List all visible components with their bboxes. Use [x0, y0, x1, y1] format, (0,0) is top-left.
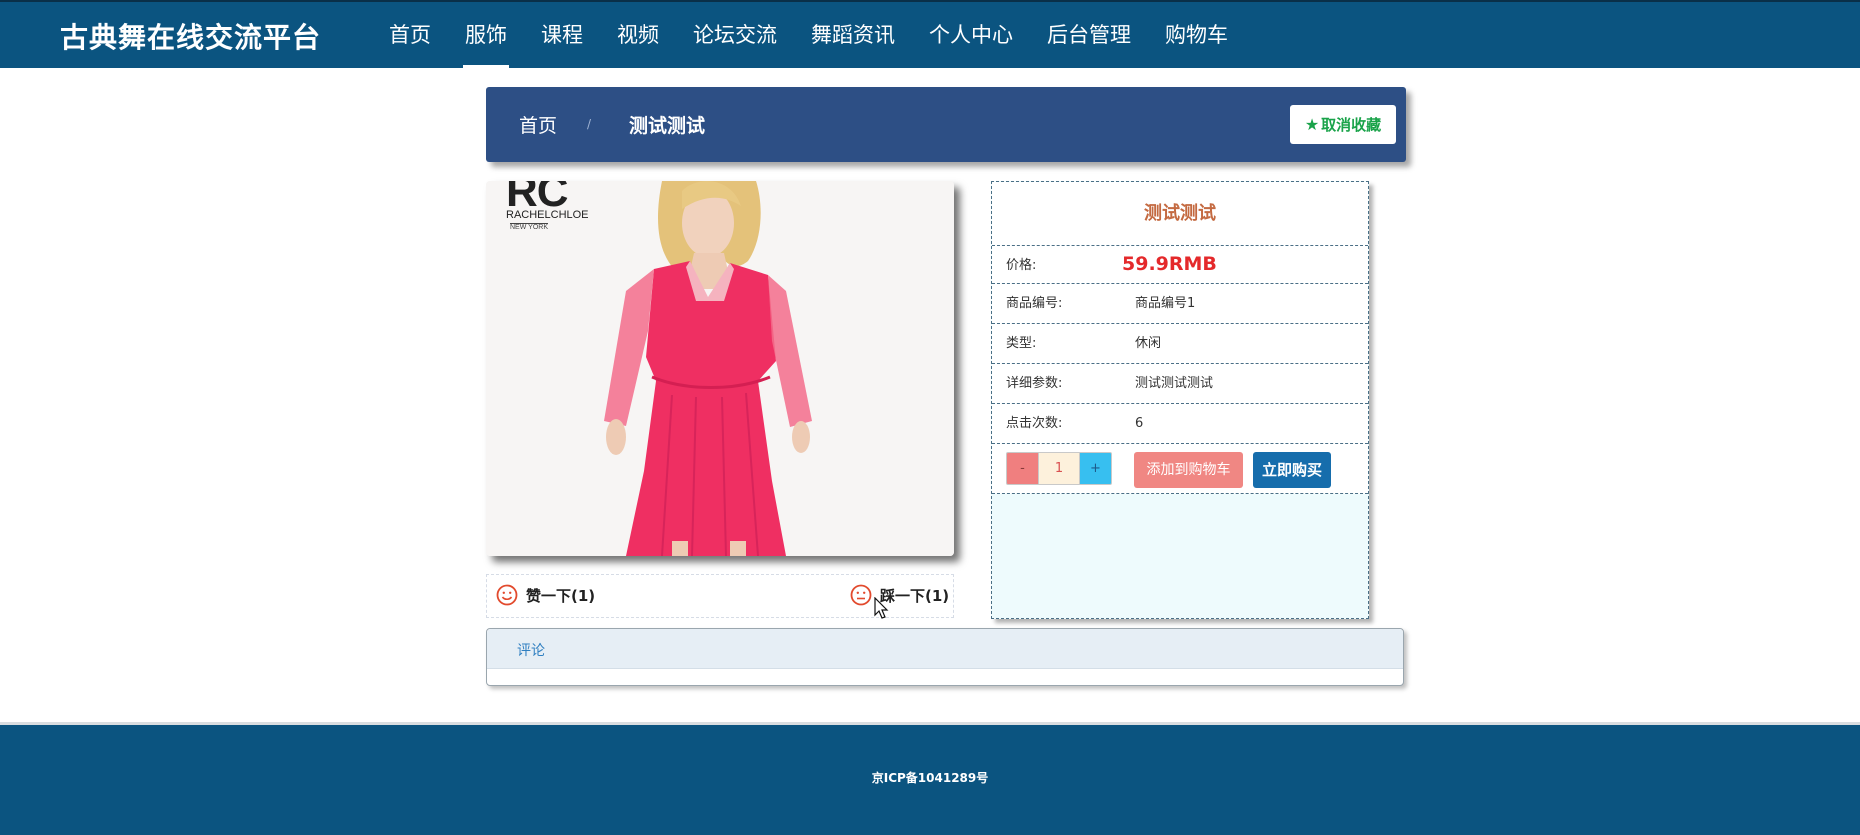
tab-comments[interactable]: 评论 — [517, 640, 545, 660]
breadcrumb-current: 测试测试 — [629, 115, 706, 137]
nav-item-news[interactable]: 舞蹈资讯 — [794, 2, 912, 68]
product-params-row: 详细参数: 测试测试测试 — [992, 364, 1368, 404]
unfavorite-label: 取消收藏 — [1321, 116, 1382, 134]
nav-item-profile[interactable]: 个人中心 — [912, 2, 1030, 68]
click-count-value: 6 — [1135, 416, 1144, 431]
like-button[interactable]: 赞一下(1) — [496, 584, 595, 606]
unfavorite-button[interactable]: ★ 取消收藏 — [1290, 105, 1396, 144]
product-params-value: 测试测试测试 — [1135, 376, 1214, 391]
star-icon: ★ — [1304, 115, 1320, 134]
product-image: RC RACHELCHLOE NEW YORK — [486, 181, 954, 556]
click-count-row: 点击次数: 6 — [992, 404, 1368, 444]
quantity-decrement-button[interactable]: - — [1006, 452, 1039, 485]
product-type-label: 类型: — [1006, 336, 1037, 351]
nav-item-forum[interactable]: 论坛交流 — [676, 2, 794, 68]
product-code-row: 商品编号: 商品编号1 — [992, 284, 1368, 324]
product-code-label: 商品编号: — [1006, 296, 1063, 311]
top-navbar: 古典舞在线交流平台 首页 服饰 课程 视频 论坛交流 舞蹈资讯 个人中心 后台管… — [0, 0, 1860, 68]
product-name: 测试测试 — [992, 182, 1368, 246]
breadcrumb: 首页 / 测试测试 ★ 取消收藏 — [486, 87, 1406, 162]
icp-record: 京ICP备1041289号 — [871, 771, 989, 785]
buy-now-button[interactable]: 立即购买 — [1253, 452, 1331, 488]
footer: 京ICP备1041289号 — [0, 722, 1860, 835]
nav-item-cart[interactable]: 购物车 — [1148, 2, 1245, 68]
comments-header: 评论 — [487, 629, 1403, 669]
comments-panel: 评论 — [486, 628, 1404, 686]
product-type-value: 休闲 — [1135, 336, 1162, 351]
site-title[interactable]: 古典舞在线交流平台 — [60, 16, 321, 56]
breadcrumb-separator: / — [587, 117, 592, 131]
like-label: 赞一下(1) — [526, 586, 596, 605]
product-params-label: 详细参数: — [1006, 376, 1063, 391]
mouse-cursor-icon — [874, 597, 889, 619]
neutral-face-icon — [850, 584, 872, 606]
dislike-label: 踩一下(1) — [880, 586, 950, 605]
price-label: 价格: — [1006, 258, 1037, 273]
smile-icon — [496, 584, 518, 606]
breadcrumb-home-link[interactable]: 首页 — [519, 111, 557, 138]
nav-item-home[interactable]: 首页 — [372, 2, 448, 68]
add-to-cart-button[interactable]: 添加到购物车 — [1134, 452, 1243, 488]
product-info-panel: 测试测试 价格: 59.9RMB 商品编号: 商品编号1 类型: 休闲 详细参数… — [991, 181, 1369, 619]
purchase-row: - 1 + 添加到购物车 立即购买 — [992, 444, 1368, 494]
price-row: 价格: 59.9RMB — [992, 246, 1368, 284]
nav-item-videos[interactable]: 视频 — [600, 2, 676, 68]
product-code-value: 商品编号1 — [1135, 296, 1196, 311]
main-nav: 首页 服饰 课程 视频 论坛交流 舞蹈资讯 个人中心 后台管理 购物车 — [372, 2, 1245, 68]
quantity-increment-button[interactable]: + — [1079, 452, 1112, 485]
product-type-row: 类型: 休闲 — [992, 324, 1368, 364]
brand-logo-city: NEW YORK — [510, 223, 548, 231]
dress-photo — [486, 181, 954, 556]
brand-logo-name: RACHELCHLOE — [506, 209, 589, 221]
nav-item-courses[interactable]: 课程 — [524, 2, 600, 68]
quantity-input[interactable]: 1 — [1038, 452, 1080, 485]
nav-item-admin[interactable]: 后台管理 — [1030, 2, 1148, 68]
price-value: 59.9RMB — [1122, 253, 1217, 275]
click-count-label: 点击次数: — [1006, 416, 1063, 431]
nav-item-clothing[interactable]: 服饰 — [448, 2, 524, 68]
dislike-button[interactable]: 踩一下(1) — [850, 584, 949, 606]
